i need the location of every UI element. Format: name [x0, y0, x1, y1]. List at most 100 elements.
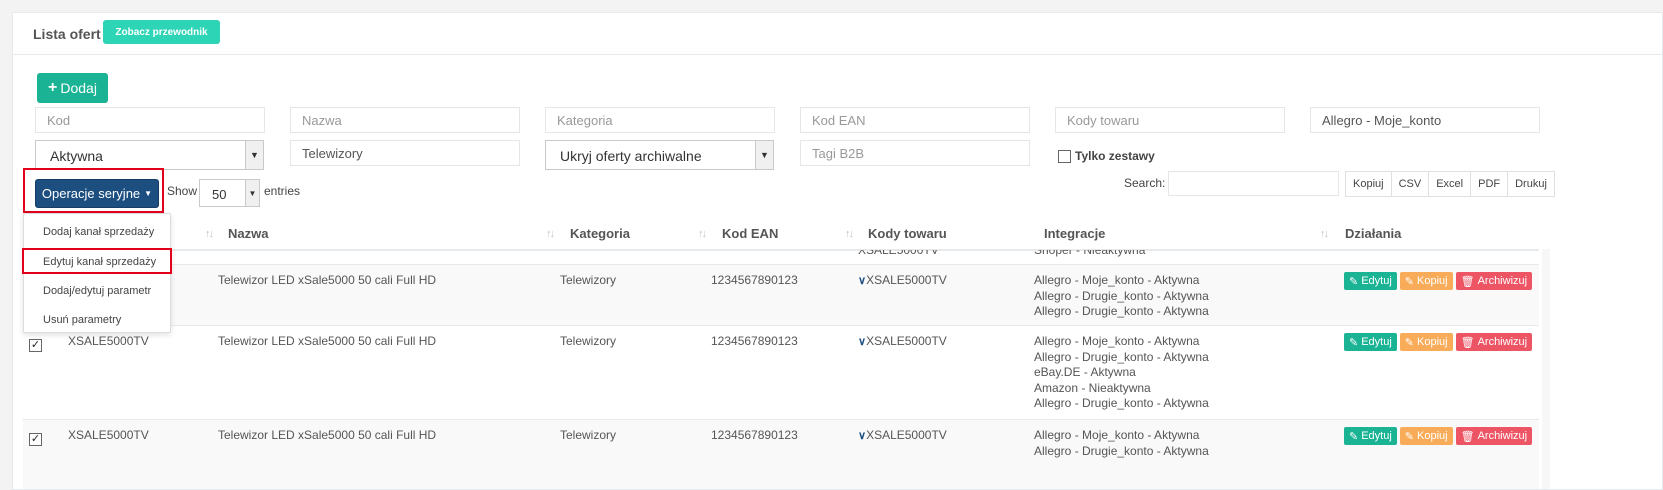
archive-button[interactable]: 🗑 Archiwizuj [1455, 427, 1533, 445]
integration-line: Allegro - Moje_konto - Aktywna [1034, 428, 1200, 442]
menu-item-remove-parameters[interactable]: Usuń parametry [24, 306, 170, 334]
column-header-name[interactable]: Nazwa [228, 226, 268, 241]
menu-item-add-sales-channel[interactable]: Dodaj kanał sprzedaży [24, 218, 170, 246]
guide-button[interactable]: Zobacz przewodnik [103, 20, 220, 44]
bulk-operations-button[interactable]: Operacje seryjne ▼ [35, 179, 159, 208]
archive-button-label: Archiwizuj [1477, 275, 1528, 287]
integration-line: Amazon - Nieaktywna [1034, 380, 1151, 395]
copy-button[interactable]: ✎ Kopiuj [1399, 427, 1453, 445]
sort-icon[interactable]: ↑↓ [205, 228, 214, 240]
column-header-actions[interactable]: Działania [1345, 226, 1401, 241]
table-row[interactable]: ✓ XSALE5000TV Telewizor LED xSale5000 50… [23, 419, 1539, 489]
column-header-ean[interactable]: Kod EAN [722, 226, 778, 241]
column-header-product-codes[interactable]: Kody towaru [868, 226, 947, 241]
integration-line: eBay.DE - Aktywna [1034, 365, 1136, 379]
checkbox-checked-icon: ✓ [29, 339, 42, 352]
page-title: Lista ofert [33, 26, 101, 42]
copy-icon: ✎ [1404, 336, 1415, 349]
column-header-integrations[interactable]: Integracje [1044, 226, 1105, 241]
status-select[interactable]: Aktywna ▼ [35, 140, 264, 170]
row-checkbox[interactable]: ✓ [29, 431, 42, 447]
row-ean: 1234567890123 [711, 428, 798, 442]
category-filter-input[interactable]: Kategoria [545, 107, 775, 133]
sort-icon[interactable]: ↑↓ [845, 228, 854, 240]
table-scrollbar[interactable] [1542, 249, 1550, 489]
chevron-down-icon[interactable]: ∨ [858, 336, 866, 348]
code-filter-input[interactable]: Kod [35, 107, 265, 133]
checkbox-icon [1058, 149, 1071, 163]
page-length-value: 50 [212, 187, 227, 202]
edit-button[interactable]: ✎ Edytuj [1344, 272, 1397, 290]
sort-icon[interactable]: ↑↓ [546, 228, 555, 240]
archive-button[interactable]: 🗑 Archiwizuj [1455, 333, 1533, 351]
partial-product-code: XSALE5000TV [858, 250, 939, 257]
row-product-code: ∨XSALE5000TV [858, 428, 947, 445]
row-category: Telewizory [560, 334, 617, 348]
edit-button[interactable]: ✎ Edytuj [1344, 427, 1397, 445]
add-button-label: Dodaj [60, 80, 97, 96]
edit-button[interactable]: ✎ Edytuj [1344, 333, 1397, 351]
account-filter-input[interactable]: Allegro - Moje_konto [1310, 107, 1540, 133]
archive-button[interactable]: 🗑 Archiwizuj [1455, 272, 1533, 290]
copy-button-label: Kopiuj [1417, 275, 1448, 287]
column-header-category[interactable]: Kategoria [570, 226, 630, 241]
row-actions: ✎ Edytuj ✎ Kopiuj 🗑 Archiwizuj [1344, 272, 1533, 290]
edit-icon: ✎ [1349, 275, 1359, 288]
print-export-button[interactable]: Drukuj [1507, 171, 1555, 197]
edit-button-label: Edytuj [1361, 430, 1392, 442]
archive-select[interactable]: Ukryj oferty archiwalne ▼ [545, 140, 774, 170]
add-button[interactable]: + Dodaj [37, 73, 108, 103]
row-product-code: ∨XSALE5000TV [858, 334, 947, 351]
integration-line: Allegro - Moje_konto - Aktywna [1034, 334, 1200, 348]
csv-export-button[interactable]: CSV [1390, 171, 1430, 197]
trash-icon: 🗑 [1460, 336, 1475, 349]
name-value-input[interactable]: Telewizory [290, 140, 520, 166]
row-ean: 1234567890123 [711, 273, 798, 287]
integration-line: Allegro - Drugie_konto - Aktywna [1034, 443, 1209, 458]
table-row[interactable]: Telewizor LED xSale5000 50 cali Full HD … [23, 264, 1539, 325]
excel-export-button[interactable]: Excel [1428, 171, 1472, 197]
integration-line: Allegro - Drugie_konto - Aktywna [1034, 349, 1209, 364]
chevron-down-icon: ▼ [245, 141, 263, 169]
search-label: Search: [1124, 176, 1166, 190]
chevron-down-icon[interactable]: ∨ [858, 275, 866, 287]
sets-only-checkbox[interactable]: Tylko zestawy [1058, 149, 1155, 163]
row-integrations: Allegro - Moje_konto - Aktywna Allegro -… [1034, 334, 1209, 412]
table-row[interactable]: ✓ XSALE5000TV Telewizor LED xSale5000 50… [23, 325, 1539, 419]
checkbox-checked-icon: ✓ [29, 433, 42, 446]
copy-icon: ✎ [1404, 275, 1415, 288]
chevron-down-icon: ▼ [245, 180, 259, 206]
integration-line: Allegro - Drugie_konto - Aktywna [1034, 396, 1209, 410]
edit-button-label: Edytuj [1361, 336, 1392, 348]
highlight-frame [22, 248, 172, 274]
menu-item-edit-parameter[interactable]: Dodaj/edytuj parametr [24, 277, 170, 305]
sort-icon[interactable]: ↑↓ [698, 228, 707, 240]
chevron-down-icon[interactable]: ∨ [858, 430, 866, 442]
chevron-down-icon: ▼ [755, 141, 773, 169]
copy-button[interactable]: ✎ Kopiuj [1399, 333, 1453, 351]
export-buttons: Kopiuj CSV Excel PDF Drukuj [1345, 171, 1555, 197]
sort-icon[interactable]: ↑↓ [1320, 228, 1329, 240]
edit-icon: ✎ [1349, 336, 1359, 349]
search-input[interactable] [1168, 171, 1339, 196]
name-filter-input[interactable]: Nazwa [290, 107, 520, 133]
edit-button-label: Edytuj [1361, 275, 1392, 287]
integration-line: Allegro - Drugie_konto - Aktywna [1034, 288, 1209, 303]
archive-button-label: Archiwizuj [1477, 430, 1528, 442]
integration-line: Allegro - Drugie_konto - Aktywna [1034, 304, 1209, 318]
trash-icon: 🗑 [1460, 275, 1475, 288]
archive-select-value: Ukryj oferty archiwalne [560, 148, 702, 164]
copy-export-button[interactable]: Kopiuj [1345, 171, 1392, 197]
row-integrations: Allegro - Moje_konto - Aktywna Allegro -… [1034, 273, 1209, 320]
page-length-select[interactable]: 50 ▼ [199, 179, 260, 207]
integration-line: Allegro - Moje_konto - Aktywna [1034, 273, 1200, 287]
status-select-value: Aktywna [50, 148, 103, 164]
copy-button[interactable]: ✎ Kopiuj [1399, 272, 1453, 290]
b2b-tags-input[interactable]: Tagi B2B [800, 140, 1030, 166]
pdf-export-button[interactable]: PDF [1470, 171, 1509, 197]
row-checkbox[interactable]: ✓ [29, 337, 42, 353]
row-category: Telewizory [560, 428, 617, 442]
product-codes-filter-input[interactable]: Kody towaru [1055, 107, 1285, 133]
caret-down-icon: ▼ [144, 189, 153, 198]
ean-filter-input[interactable]: Kod EAN [800, 107, 1030, 133]
